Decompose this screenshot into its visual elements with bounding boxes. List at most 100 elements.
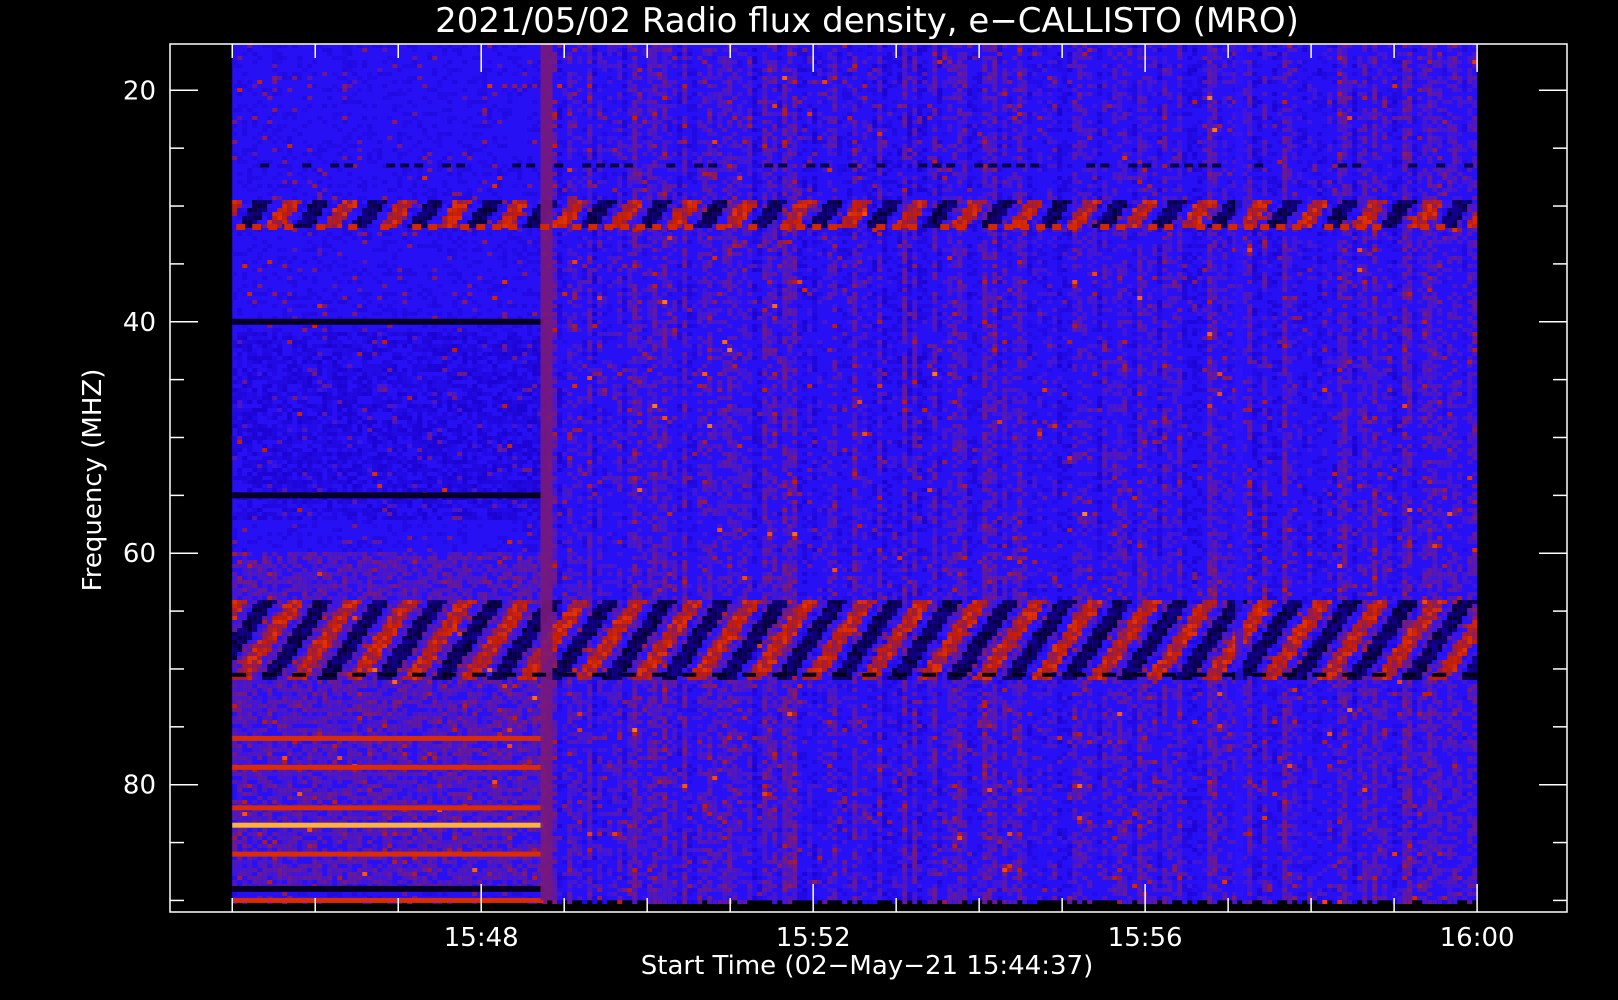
heatmap-cell (277, 392, 282, 396)
heatmap-cell (267, 644, 272, 648)
heatmap-cell (262, 876, 267, 880)
heatmap-cell (337, 412, 342, 416)
heatmap-cell (332, 712, 337, 716)
heatmap-cell (327, 200, 332, 204)
heatmap-cell (352, 548, 357, 552)
heatmap-cell (287, 632, 292, 636)
heatmap-cell (377, 380, 382, 384)
heatmap-cell (287, 776, 292, 780)
heatmap-cell (242, 528, 247, 532)
heatmap-cell (262, 844, 267, 848)
heatmap-cell (342, 352, 347, 356)
heatmap-cell (382, 404, 387, 408)
heatmap-cell (337, 668, 342, 672)
heatmap-cell (287, 208, 292, 212)
heatmap-cell (247, 444, 252, 448)
heatmap-cell (257, 776, 262, 780)
heatmap-cell (347, 672, 352, 676)
heatmap-cell (297, 876, 302, 880)
heatmap-cell (292, 600, 297, 604)
heatmap-cell (282, 864, 287, 868)
heatmap-cell (232, 748, 237, 752)
heatmap-cell (282, 844, 287, 848)
heatmap-cell (322, 204, 327, 208)
heatmap-cell (242, 128, 247, 132)
heatmap-cell (252, 104, 257, 108)
heatmap-cell (382, 640, 387, 644)
heatmap-cell (307, 664, 312, 668)
heatmap-cell (257, 864, 262, 868)
heatmap-cell (352, 668, 357, 672)
heatmap-cell (327, 268, 332, 272)
heatmap-cell (292, 816, 297, 820)
heatmap-cell (327, 456, 332, 460)
heatmap-cell (367, 828, 372, 832)
heatmap-cell (242, 816, 247, 820)
heatmap-cell (312, 632, 317, 636)
heatmap-cell (317, 572, 322, 576)
heatmap-cell (357, 656, 362, 660)
heatmap-cell (382, 660, 387, 664)
heatmap-cell (252, 616, 257, 620)
heatmap-cell (252, 776, 257, 780)
heatmap-cell (372, 440, 377, 444)
heatmap-cell (242, 416, 247, 420)
heatmap-cell (242, 616, 247, 620)
heatmap-cell (242, 572, 247, 576)
heatmap-cell (322, 576, 327, 580)
heatmap-cell (262, 580, 267, 584)
heatmap-cell (397, 468, 402, 472)
heatmap-cell (372, 352, 377, 356)
heatmap-cell (317, 688, 322, 692)
heatmap-cell (322, 640, 327, 644)
heatmap-cell (337, 828, 342, 832)
heatmap-cell (262, 396, 267, 400)
heatmap-cell (247, 504, 252, 508)
heatmap-cell (277, 760, 282, 764)
heatmap-cell (297, 628, 302, 632)
heatmap-cell (392, 860, 397, 864)
heatmap-cell (387, 840, 392, 844)
heatmap-cell (387, 340, 392, 344)
heatmap-cell (392, 404, 397, 408)
heatmap-cell (327, 864, 332, 868)
heatmap-cell (307, 788, 312, 792)
heatmap-cell (362, 620, 367, 624)
heatmap-cell (262, 436, 267, 440)
heatmap-cell (362, 384, 367, 388)
heatmap-cell (257, 860, 262, 864)
heatmap-cell (332, 384, 337, 388)
heatmap-cell (242, 784, 247, 788)
heatmap-cell (282, 640, 287, 644)
heatmap-cell (332, 196, 337, 200)
heatmap-cell (362, 352, 367, 356)
heatmap-cell (372, 792, 377, 796)
heatmap-cell (342, 560, 347, 564)
heatmap-cell (242, 696, 247, 700)
heatmap-cell (252, 300, 257, 304)
heatmap-cell (332, 572, 337, 576)
heatmap-cell (282, 332, 287, 336)
heatmap-cell (297, 620, 302, 624)
heatmap-cell (282, 604, 287, 608)
heatmap-cell (232, 644, 237, 648)
heatmap-cell (307, 248, 312, 252)
heatmap-cell (267, 784, 272, 788)
heatmap-cell (307, 160, 312, 164)
heatmap-cell (347, 540, 352, 544)
heatmap-cell (307, 596, 312, 600)
heatmap-cell (322, 796, 327, 800)
heatmap-cell (327, 332, 332, 336)
heatmap-cell (317, 440, 322, 444)
heatmap-cell (312, 360, 317, 364)
heatmap-cell (307, 620, 312, 624)
heatmap-cell (372, 696, 377, 700)
heatmap-cell (332, 728, 337, 732)
heatmap-cell (322, 380, 327, 384)
heatmap-cell (327, 596, 332, 600)
heatmap-cell (267, 88, 272, 92)
heatmap-cell (302, 648, 307, 652)
heatmap-cell (262, 432, 267, 436)
heatmap-cell (277, 832, 282, 836)
heatmap-cell (377, 708, 382, 712)
